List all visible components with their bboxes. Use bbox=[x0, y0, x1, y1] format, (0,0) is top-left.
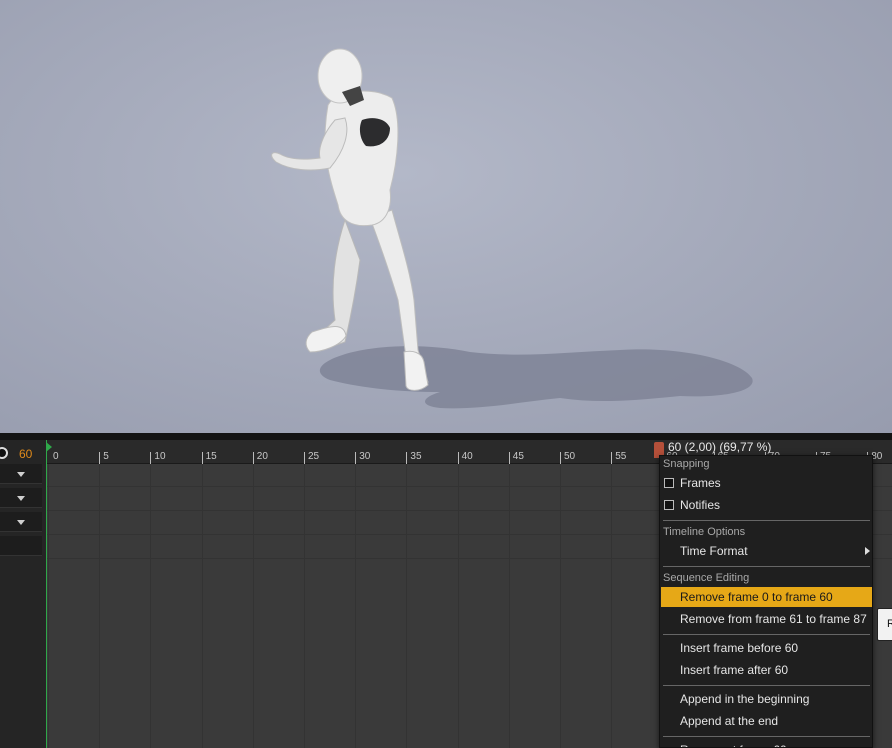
grid-line bbox=[48, 464, 49, 748]
menu-item-label: Time Format bbox=[680, 544, 748, 558]
ruler-tick bbox=[201, 452, 203, 464]
grid-line bbox=[355, 464, 357, 748]
checkbox-frames[interactable] bbox=[664, 478, 674, 488]
grid-line bbox=[99, 464, 101, 748]
ruler-tick bbox=[355, 452, 357, 464]
ruler-tick bbox=[611, 452, 613, 464]
ruler-tick-label: 30 bbox=[359, 451, 371, 462]
menu-item-rezero[interactable]: Re-zero at frame 60 bbox=[661, 740, 872, 747]
menu-item-time-format[interactable]: Time Format bbox=[661, 541, 872, 561]
submenu-arrow-icon bbox=[865, 547, 870, 555]
ruler-tick-label: 40 bbox=[461, 451, 473, 462]
track-dropdown-3[interactable] bbox=[0, 512, 42, 532]
ruler-tick bbox=[406, 452, 408, 464]
viewport-splitter[interactable] bbox=[0, 433, 892, 440]
checkbox-notifies[interactable] bbox=[664, 500, 674, 510]
start-marker-line bbox=[46, 440, 47, 748]
chevron-down-icon bbox=[17, 496, 25, 501]
menu-item-remove-from[interactable]: Remove from frame 61 to frame 87 bbox=[661, 609, 872, 629]
ruler-tick bbox=[150, 452, 152, 464]
menu-item-insert-after[interactable]: Insert frame after 60 bbox=[661, 660, 872, 680]
ruler-tick bbox=[560, 452, 561, 464]
ruler-tick-label: 10 bbox=[154, 451, 166, 462]
ruler-tick-label: 15 bbox=[205, 451, 217, 462]
mannequin-scene bbox=[271, 48, 753, 409]
menu-separator bbox=[663, 634, 870, 635]
chevron-down-icon bbox=[17, 520, 25, 525]
grid-line bbox=[560, 464, 561, 748]
chevron-down-icon bbox=[17, 472, 25, 477]
start-marker-flag[interactable] bbox=[46, 442, 52, 452]
frame-counter: 60 bbox=[0, 443, 42, 461]
ruler-tick-label: 35 bbox=[410, 451, 422, 462]
grid-line bbox=[406, 464, 408, 748]
ruler-tick-label: 0 bbox=[53, 451, 59, 462]
tooltip: R bbox=[877, 608, 892, 641]
menu-item-append-end[interactable]: Append at the end bbox=[661, 711, 872, 731]
character-shadow bbox=[319, 346, 753, 409]
track-dropdown-1[interactable] bbox=[0, 464, 42, 484]
track-dropdown-2[interactable] bbox=[0, 488, 42, 508]
track-controls-panel: 60 bbox=[0, 440, 46, 748]
ruler-tick bbox=[457, 452, 459, 464]
menu-separator bbox=[663, 520, 870, 521]
menu-item-remove-to[interactable]: Remove frame 0 to frame 60 bbox=[661, 587, 872, 607]
section-header-timeline-options: Timeline Options bbox=[663, 526, 746, 538]
ruler-tick bbox=[252, 452, 254, 464]
timeline-context-menu: Snapping Frames Notifies Timeline Option… bbox=[659, 455, 873, 748]
ruler-tick bbox=[304, 452, 305, 464]
animation-editor: 60 05101520253035404550556065707580 60 (… bbox=[0, 0, 892, 748]
ruler-tick-label: 55 bbox=[615, 451, 627, 462]
menu-separator bbox=[663, 566, 870, 567]
current-frame-value: 60 bbox=[19, 447, 33, 461]
grid-line bbox=[611, 464, 613, 748]
grid-line bbox=[457, 464, 459, 748]
grid-line bbox=[150, 464, 152, 748]
menu-separator bbox=[663, 736, 870, 737]
grid-line bbox=[304, 464, 305, 748]
menu-item-append-begin[interactable]: Append in the beginning bbox=[661, 689, 872, 709]
tooltip-text: R bbox=[887, 618, 892, 630]
menu-item-notifies[interactable]: Notifies bbox=[661, 495, 872, 515]
ruler-tick bbox=[508, 452, 510, 464]
menu-separator bbox=[663, 685, 870, 686]
ruler-tick-label: 5 bbox=[103, 451, 109, 462]
mannequin-left-foot bbox=[305, 326, 347, 353]
ruler-tick-label: 45 bbox=[512, 451, 524, 462]
playhead-label: 60 (2,00) (69,77 %) bbox=[668, 440, 772, 454]
section-header-sequence-editing: Sequence Editing bbox=[663, 572, 750, 584]
3d-viewport[interactable] bbox=[0, 0, 892, 433]
menu-item-label: Frames bbox=[680, 476, 721, 490]
ruler-tick-label: 20 bbox=[256, 451, 268, 462]
ruler-tick-label: 50 bbox=[564, 451, 576, 462]
loop-icon[interactable] bbox=[0, 447, 8, 459]
grid-line bbox=[201, 464, 203, 748]
ruler-tick-label: 25 bbox=[308, 451, 320, 462]
track-slot-4[interactable] bbox=[0, 536, 42, 556]
grid-line bbox=[508, 464, 510, 748]
menu-item-frames[interactable]: Frames bbox=[661, 473, 872, 493]
menu-item-label: Notifies bbox=[680, 498, 721, 512]
grid-line bbox=[252, 464, 254, 748]
ruler-tick bbox=[99, 452, 101, 464]
menu-item-insert-before[interactable]: Insert frame before 60 bbox=[661, 638, 872, 658]
section-header-snapping: Snapping bbox=[663, 458, 710, 470]
